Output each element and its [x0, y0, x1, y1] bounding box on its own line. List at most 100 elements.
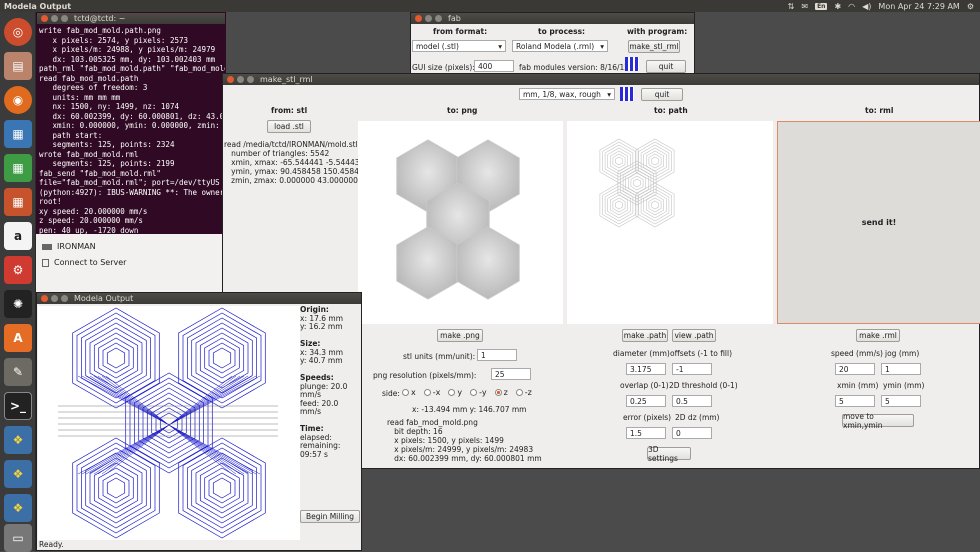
process-select[interactable]: Roland Modela (.rml) ▾: [512, 40, 608, 52]
make-png-button[interactable]: make .png: [437, 329, 483, 342]
stl-title: make_stl_rml: [260, 75, 313, 84]
gui-size-label: GUI size (pixels):: [412, 63, 475, 72]
gui-size-input[interactable]: 400: [474, 60, 514, 72]
wifi-icon[interactable]: ◠: [848, 2, 855, 11]
path-contour: [604, 188, 634, 222]
server-icon: [42, 258, 49, 267]
ubuntu-logo-icon[interactable]: ◎: [4, 18, 32, 46]
close-icon[interactable]: [415, 15, 422, 22]
keyboard-indicator[interactable]: En: [815, 2, 828, 10]
maximize-icon[interactable]: [435, 15, 442, 22]
minimize-icon[interactable]: [51, 295, 58, 302]
close-icon[interactable]: [227, 76, 234, 83]
offsets-input[interactable]: -1: [672, 363, 712, 375]
python-icon[interactable]: ❖: [4, 494, 32, 522]
writer-icon[interactable]: ▦: [4, 120, 32, 148]
maximize-icon[interactable]: [247, 76, 254, 83]
stl-info-line: number of triangles: 5542: [224, 149, 330, 158]
xmin-label: xmin (mm): [837, 381, 879, 390]
modela-titlebar[interactable]: Modela Output: [37, 293, 361, 304]
ymin-input[interactable]: 5: [881, 395, 921, 407]
load-stl-button[interactable]: load .stl: [267, 120, 311, 133]
stl-info-text: read /media/tctd/IRONMAN/mold.stl number…: [224, 140, 368, 185]
maximize-icon[interactable]: [61, 15, 68, 22]
make-rml-button[interactable]: make .rml: [856, 329, 900, 342]
side-radio--z[interactable]: -z: [515, 388, 532, 397]
launcher: ◎ ▤ ◉ ▦ ▦ ▦ a ⚙ ✺ A ✎ >_ ❖ ❖ ❖ ▭: [0, 12, 36, 552]
settings-icon[interactable]: ⚙: [4, 256, 32, 284]
clock[interactable]: Mon Apr 24 7:29 AM: [878, 2, 959, 11]
toolpath-drawing: [58, 307, 278, 539]
move-to-xmin-ymin-button[interactable]: move to xmin,ymin: [842, 412, 914, 430]
terminal-icon[interactable]: >_: [4, 392, 32, 420]
amazon-icon[interactable]: a: [4, 222, 32, 250]
format-select-value: model (.stl): [416, 42, 459, 51]
process-preset-select[interactable]: mm, 1/8, wax, rough ▾: [519, 88, 615, 100]
calc-icon[interactable]: ▦: [4, 154, 32, 182]
xmin-input[interactable]: 5: [835, 395, 875, 407]
stl-info-line: xmin, xmax: -65.544441 -5.544437: [224, 158, 365, 167]
close-icon[interactable]: [41, 15, 48, 22]
stl-units-input[interactable]: 1: [477, 349, 517, 361]
png-resolution-input[interactable]: 25: [491, 368, 531, 380]
impress-icon[interactable]: ▦: [4, 188, 32, 216]
side-radio-y[interactable]: y: [448, 388, 462, 397]
ironman-device[interactable]: IRONMAN: [42, 242, 96, 251]
toolpath-contour: [199, 462, 245, 514]
begin-milling-button[interactable]: Begin Milling: [300, 510, 360, 523]
send-it-button[interactable]: send it!: [777, 121, 980, 324]
terminal-titlebar[interactable]: tctd@tctd: ~: [37, 13, 225, 24]
toolpath-plot[interactable]: [38, 306, 300, 540]
toolpath-contour: [98, 467, 134, 509]
speed-input[interactable]: 20: [835, 363, 875, 375]
diameter-input[interactable]: 3.175: [626, 363, 666, 375]
dz-input[interactable]: 0: [672, 427, 712, 439]
make-path-button[interactable]: make .path: [622, 329, 668, 342]
fab-titlebar[interactable]: fab: [411, 13, 694, 24]
python-icon[interactable]: ❖: [4, 460, 32, 488]
stl-units-label: stl units (mm/unit):: [403, 352, 476, 361]
error-input[interactable]: 1.5: [626, 427, 666, 439]
firefox-icon[interactable]: ◉: [4, 86, 32, 114]
usb-drive-icon[interactable]: ▭: [4, 524, 32, 552]
gear-icon[interactable]: ⚙: [967, 2, 974, 11]
3d-settings-button[interactable]: 3D settings: [647, 445, 691, 463]
updown-icon[interactable]: ⇅: [788, 2, 795, 11]
terminal-line: x pixels: 2574, y pixels: 2573: [39, 35, 189, 45]
threshold-input[interactable]: 0.5: [672, 395, 712, 407]
overlap-input[interactable]: 0.25: [626, 395, 666, 407]
side-radio--x[interactable]: -x: [423, 388, 440, 397]
connect-server-item[interactable]: Connect to Server: [42, 258, 126, 267]
jog-input[interactable]: 1: [881, 363, 921, 375]
envelope-icon[interactable]: ✉: [801, 2, 808, 11]
view-path-button[interactable]: view .path: [672, 329, 716, 342]
gimp-icon[interactable]: ✎: [4, 358, 32, 386]
shotwell-icon[interactable]: ✺: [4, 290, 32, 318]
stl-titlebar[interactable]: make_stl_rml: [223, 74, 979, 85]
make-stl-rml-button[interactable]: make_stl_rml: [628, 40, 680, 53]
minimize-icon[interactable]: [237, 76, 244, 83]
bluetooth-icon[interactable]: ✱: [834, 2, 841, 11]
side-radio-z[interactable]: z: [494, 388, 508, 397]
files-icon[interactable]: ▤: [4, 52, 32, 80]
cursor-readout: x: -13.494 mm y: 146.707 mm: [412, 405, 527, 414]
path-preview[interactable]: [567, 121, 773, 324]
close-icon[interactable]: [41, 295, 48, 302]
stl-quit-button[interactable]: quit: [641, 88, 683, 101]
python-icon[interactable]: ❖: [4, 426, 32, 454]
volume-icon[interactable]: ◀): [862, 2, 871, 11]
fab-quit-button[interactable]: quit: [646, 60, 686, 73]
terminal-line: segments: 125, points: 2324: [39, 140, 175, 149]
software-center-icon[interactable]: A: [4, 324, 32, 352]
path-contour: [635, 182, 675, 228]
maximize-icon[interactable]: [61, 295, 68, 302]
side-radio--y[interactable]: -y: [470, 388, 487, 397]
side-radio-x[interactable]: x: [402, 388, 416, 397]
toolpath-contour: [208, 342, 236, 374]
toolpath-contour: [191, 322, 253, 394]
png-preview[interactable]: [358, 121, 563, 324]
minimize-icon[interactable]: [425, 15, 432, 22]
format-select[interactable]: model (.stl) ▾: [412, 40, 506, 52]
minimize-icon[interactable]: [51, 15, 58, 22]
terminal-output[interactable]: write fab_mod_mold.path.png x pixels: 25…: [37, 24, 225, 235]
